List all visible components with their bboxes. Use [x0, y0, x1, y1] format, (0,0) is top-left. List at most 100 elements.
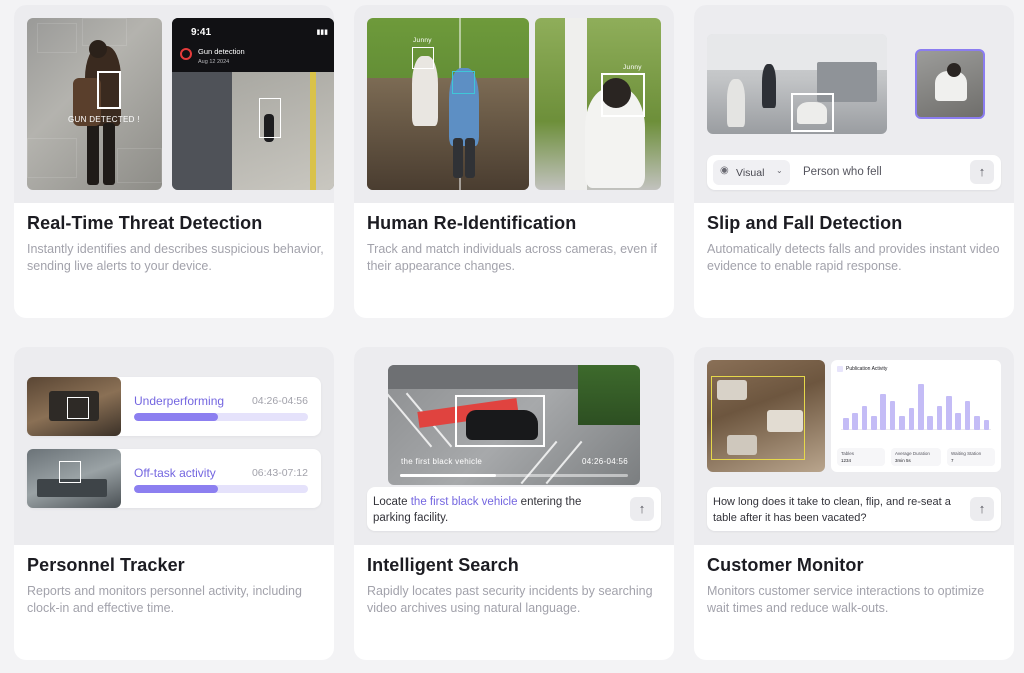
- card-media: Publication Activity Tables 1234 Average…: [694, 347, 1014, 545]
- dashboard-title: Publication Activity: [846, 366, 888, 372]
- activity-bar-chart: [841, 382, 991, 430]
- alert-title: Gun detection: [198, 47, 245, 56]
- person-label: Junny: [623, 64, 642, 71]
- mode-selector[interactable]: ◉ Visual ⌄: [713, 160, 790, 185]
- person-box-3: [601, 73, 645, 117]
- card-slip-fall-detection[interactable]: ◉ Visual ⌄ Person who fell ↑ Slip and Fa…: [694, 5, 1014, 318]
- stat-average-duration: Average Duration 3min 5s: [891, 448, 941, 466]
- stat-waiting-station: Waiting Station 7: [947, 448, 995, 466]
- card-title: Customer Monitor: [707, 555, 864, 575]
- activity-bar: [908, 408, 915, 430]
- activity-bar: [964, 401, 971, 430]
- video-progress-fill: [400, 474, 496, 477]
- card-human-reidentification[interactable]: Junny Junny Human Re-Identification Trac…: [354, 5, 674, 318]
- stat-tables: Tables 1234: [837, 448, 885, 466]
- vehicle-detection-box: [455, 395, 545, 447]
- eye-icon: ◉: [720, 165, 729, 176]
- fall-detection-box: [791, 93, 834, 132]
- card-description: Automatically detects falls and provides…: [707, 242, 1000, 273]
- office-camera-photo: [707, 34, 887, 134]
- stat-label: Tables: [841, 451, 855, 456]
- gun-detected-label: GUN DETECTED !: [68, 115, 140, 124]
- stat-value: 7: [951, 458, 954, 463]
- phone-clock: 9:41: [191, 27, 212, 38]
- search-query-bar[interactable]: Locate the first black vehicle entering …: [367, 487, 661, 531]
- arrow-up-icon[interactable]: ↑: [630, 497, 654, 521]
- stat-label: Waiting Station: [951, 451, 982, 456]
- video-caption: the first black vehicle: [401, 457, 483, 466]
- card-title: Human Re-Identification: [367, 213, 577, 233]
- card-description: Reports and monitors personnel activity,…: [27, 584, 302, 615]
- worker-box: [59, 461, 81, 483]
- detection-box: [97, 71, 121, 109]
- card-title: Real-Time Threat Detection: [27, 213, 263, 233]
- card-threat-detection[interactable]: GUN DETECTED ! 9:41 ▮▮▮ Gun detection Au…: [14, 5, 334, 318]
- query-highlight: the first black vehicle: [410, 496, 518, 508]
- activity-bar: [852, 413, 858, 430]
- card-personnel-tracker[interactable]: Underperforming 04:26-04:56 Off-task act…: [14, 347, 334, 660]
- activity-bar: [861, 406, 868, 430]
- activity-bar: [936, 406, 943, 430]
- chart-icon: [837, 366, 843, 372]
- person-box-1: [412, 47, 434, 69]
- query-prefix: Locate: [373, 496, 411, 508]
- tracker-label: Off-task activity: [134, 466, 216, 480]
- stat-value: 1234: [841, 458, 852, 463]
- card-intelligent-search[interactable]: the first black vehicle 04:26-04:56 Loca…: [354, 347, 674, 660]
- person-box-2: [452, 71, 475, 94]
- activity-bar: [889, 401, 896, 430]
- card-title: Intelligent Search: [367, 555, 519, 575]
- card-description: Monitors customer service interactions t…: [707, 584, 985, 615]
- workplace-thumbnail: [27, 377, 121, 436]
- activity-bar: [946, 396, 952, 430]
- tracker-progress-fill: [134, 413, 218, 421]
- activity-bar: [899, 415, 905, 430]
- table-detection-box: [711, 376, 805, 460]
- alert-date: Aug 12 2024: [198, 59, 230, 65]
- mode-label: Visual: [736, 167, 765, 179]
- worker-box: [67, 397, 89, 419]
- card-media: the first black vehicle 04:26-04:56 Loca…: [354, 347, 674, 545]
- parking-lot-video: the first black vehicle 04:26-04:56: [388, 365, 640, 485]
- visual-query-bar[interactable]: ◉ Visual ⌄ Person who fell ↑: [707, 155, 1001, 190]
- tracker-time: 06:43-07:12: [251, 467, 308, 479]
- tracker-row[interactable]: Underperforming 04:26-04:56: [27, 377, 321, 436]
- stat-label: Average Duration: [895, 451, 930, 456]
- stat-value: 3min 5s: [895, 458, 911, 463]
- card-media: ◉ Visual ⌄ Person who fell ↑: [694, 5, 1014, 203]
- monitor-query-bar[interactable]: How long does it take to clean, flip, an…: [707, 487, 1001, 531]
- alert-header: 9:41 ▮▮▮ Gun detection Aug 12 2024: [172, 18, 334, 72]
- activity-bar: [927, 415, 933, 430]
- arrow-up-icon[interactable]: ↑: [970, 497, 994, 521]
- activity-bar: [842, 418, 849, 430]
- phone-alert-screen: 9:41 ▮▮▮ Gun detection Aug 12 2024: [172, 18, 334, 190]
- video-time: 04:26-04:56: [581, 457, 628, 466]
- card-media: Junny Junny: [354, 5, 674, 203]
- phone-detection-box: [259, 98, 281, 138]
- fallen-person-thumbnail: [915, 49, 985, 119]
- activity-bar: [880, 394, 886, 430]
- activity-bar: [871, 415, 877, 430]
- card-customer-monitor[interactable]: Publication Activity Tables 1234 Average…: [694, 347, 1014, 660]
- card-description: Instantly identifies and describes suspi…: [27, 242, 324, 273]
- card-title: Slip and Fall Detection: [707, 213, 903, 233]
- restaurant-camera-photo: [707, 360, 825, 472]
- card-media: Underperforming 04:26-04:56 Off-task act…: [14, 347, 334, 545]
- signal-icon: ▮▮▮: [316, 29, 328, 36]
- card-description: Track and match individuals across camer…: [367, 242, 657, 273]
- chevron-down-icon: ⌄: [776, 166, 783, 175]
- person-label: Junny: [413, 37, 432, 44]
- tracker-row[interactable]: Off-task activity 06:43-07:12: [27, 449, 321, 508]
- activity-bar: [983, 420, 990, 430]
- card-title: Personnel Tracker: [27, 555, 185, 575]
- monitor-query-text: How long does it take to clean, flip, an…: [713, 496, 951, 524]
- tracker-label: Underperforming: [134, 394, 225, 408]
- arrow-up-icon[interactable]: ↑: [970, 160, 994, 184]
- entrance-camera-photo: Junny: [535, 18, 661, 190]
- street-camera-photo: GUN DETECTED !: [27, 18, 162, 190]
- activity-dashboard: Publication Activity Tables 1234 Average…: [831, 360, 1001, 472]
- search-query-text: Locate the first black vehicle entering …: [373, 494, 613, 526]
- tracker-progress-bar: [134, 485, 308, 493]
- video-progress-track[interactable]: [400, 474, 628, 477]
- alert-circle-icon: [180, 48, 192, 60]
